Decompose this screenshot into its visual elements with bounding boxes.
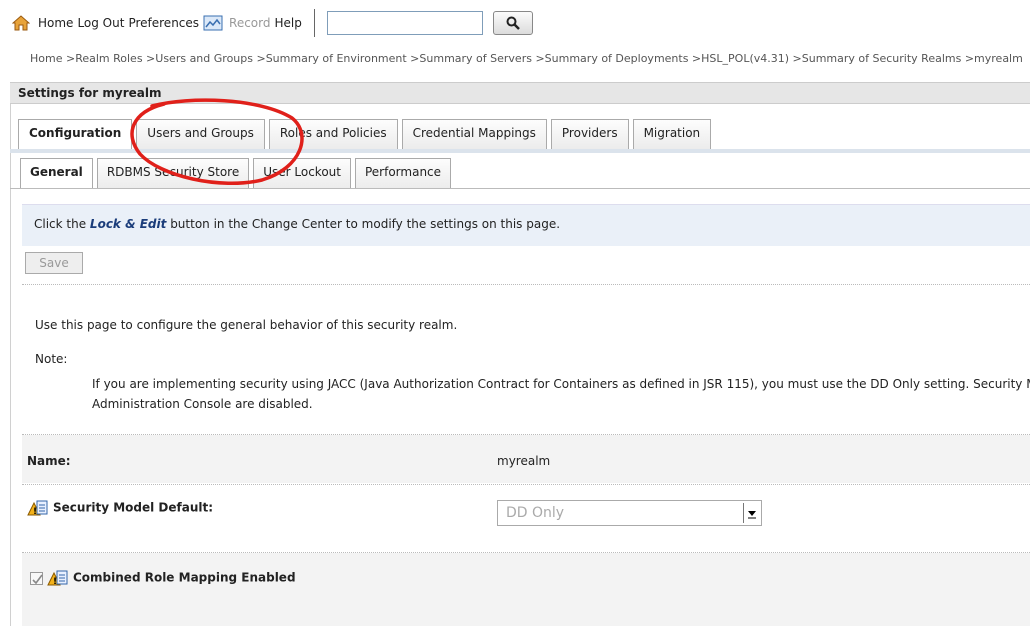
- note-line-2: Administration Console are disabled.: [92, 397, 313, 411]
- panel-border: [10, 104, 11, 626]
- note-text: If you are implementing security using J…: [92, 374, 1030, 414]
- lock-edit-link[interactable]: Lock & Edit: [90, 217, 166, 231]
- combined-label-wrap: ! Combined Role Mapping Enabled: [30, 569, 296, 587]
- record-icon[interactable]: [203, 15, 223, 31]
- name-value: myrealm: [497, 454, 551, 468]
- tab-users-and-groups[interactable]: Users and Groups: [136, 119, 265, 149]
- tab-rdbms-security-store[interactable]: RDBMS Security Store: [96, 158, 250, 188]
- home-link[interactable]: Home: [38, 16, 73, 30]
- chevron-down-icon[interactable]: [743, 503, 759, 523]
- notice-suffix: button in the Change Center to modify th…: [166, 217, 561, 231]
- name-label: Name:: [27, 454, 71, 468]
- tab-general[interactable]: General: [20, 158, 93, 188]
- security-model-select[interactable]: DD Only: [497, 500, 762, 526]
- tab-user-lockout[interactable]: User Lockout: [253, 158, 351, 188]
- page-title: Settings for myrealm: [10, 82, 1030, 104]
- combined-role-label: Combined Role Mapping Enabled: [73, 570, 296, 585]
- tab-roles-and-policies[interactable]: Roles and Policies: [268, 119, 398, 149]
- top-toolbar-area: Home Log Out Preferences Record Help Hom…: [0, 0, 1030, 65]
- tab-performance[interactable]: Performance: [354, 158, 452, 188]
- tabs-divider: [10, 149, 1030, 153]
- search-icon: [506, 16, 520, 30]
- home-icon[interactable]: [11, 15, 31, 31]
- secondary-tabs: General RDBMS Security Store User Lockou…: [20, 158, 455, 188]
- combined-role-row: ! Combined Role Mapping Enabled: [22, 553, 1030, 626]
- search-input[interactable]: [326, 11, 483, 35]
- divider: [22, 284, 1030, 285]
- intro-text: Use this page to configure the general b…: [35, 318, 458, 332]
- note-line-1: If you are implementing security using J…: [92, 377, 1030, 391]
- tab-credential-mappings[interactable]: Credential Mappings: [401, 119, 547, 149]
- name-row: Name: myrealm: [22, 435, 1030, 483]
- combined-role-checkbox[interactable]: [30, 571, 43, 585]
- toolbar: Home Log Out Preferences Record Help: [11, 8, 533, 38]
- search-button[interactable]: [492, 11, 533, 35]
- notice-prefix: Click the: [34, 217, 90, 231]
- subtabs-divider: [10, 188, 1030, 189]
- security-model-value: DD Only: [506, 505, 565, 521]
- tab-configuration[interactable]: Configuration: [18, 119, 133, 149]
- help-info-icon[interactable]: !: [27, 499, 49, 517]
- record-link[interactable]: Record: [229, 16, 270, 30]
- breadcrumb[interactable]: Home >Realm Roles >Users and Groups >Sum…: [30, 52, 1023, 65]
- primary-tabs: Configuration Users and Groups Roles and…: [18, 119, 715, 149]
- note-label: Note:: [35, 352, 68, 366]
- tab-providers[interactable]: Providers: [550, 119, 629, 149]
- svg-text:!: !: [53, 577, 57, 587]
- toolbar-divider: [313, 9, 315, 37]
- svg-text:!: !: [33, 507, 37, 517]
- security-model-row: ! Security Model Default: DD Only: [22, 485, 1030, 551]
- tab-migration[interactable]: Migration: [632, 119, 712, 149]
- help-link[interactable]: Help: [275, 16, 302, 30]
- logout-link[interactable]: Log Out: [77, 16, 124, 30]
- save-button[interactable]: Save: [25, 252, 83, 274]
- security-model-label: Security Model Default:: [53, 500, 214, 515]
- help-info-icon[interactable]: !: [47, 569, 69, 587]
- security-model-label-wrap: ! Security Model Default:: [27, 499, 213, 517]
- lock-edit-notice: Click the Lock & Edit button in the Chan…: [22, 204, 1030, 246]
- preferences-link[interactable]: Preferences: [128, 16, 199, 30]
